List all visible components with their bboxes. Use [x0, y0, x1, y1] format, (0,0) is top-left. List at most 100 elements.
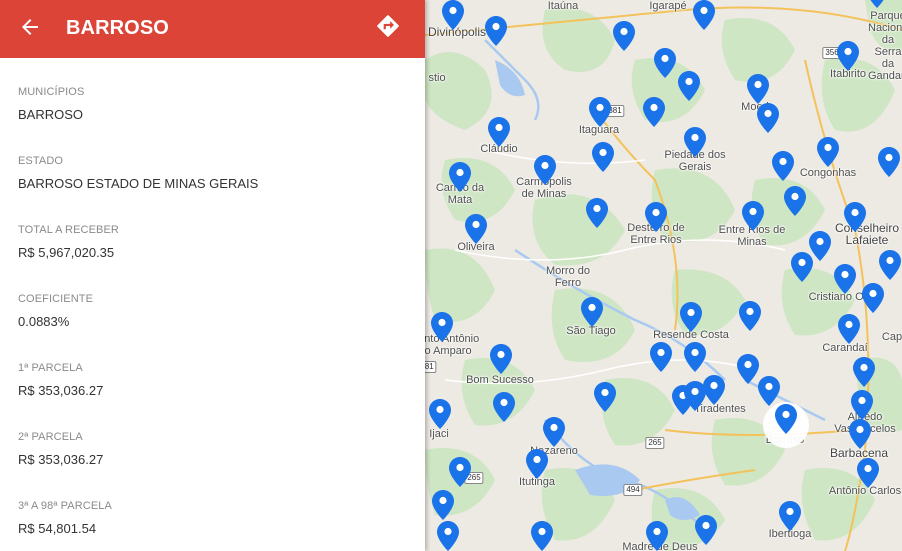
map-pin-icon — [534, 155, 556, 185]
map-marker[interactable] — [862, 283, 884, 313]
map-marker[interactable] — [775, 404, 797, 434]
map-marker[interactable] — [838, 314, 860, 344]
map-pin-icon — [488, 117, 510, 147]
map-pin-icon — [684, 127, 706, 157]
map-marker[interactable] — [531, 521, 553, 551]
map-pin-icon — [857, 458, 879, 488]
app-root: BARROSO MUNICÍPIOS BARROSO ESTADO BARROS… — [0, 0, 902, 551]
map-marker[interactable] — [879, 250, 901, 280]
map-marker[interactable] — [449, 457, 471, 487]
map-marker[interactable] — [581, 297, 603, 327]
map-marker[interactable] — [758, 376, 780, 406]
map-pin-icon — [742, 201, 764, 231]
field-label: 1ª PARCELA — [18, 362, 83, 374]
map-pin-icon — [442, 0, 464, 30]
map-marker[interactable] — [643, 97, 665, 127]
map-marker[interactable] — [703, 375, 725, 405]
map-marker[interactable] — [791, 252, 813, 282]
map-pin-icon — [431, 312, 453, 342]
map-marker[interactable] — [693, 0, 715, 30]
map-marker[interactable] — [485, 16, 507, 46]
back-button[interactable] — [18, 15, 42, 39]
map-marker[interactable] — [844, 202, 866, 232]
directions-button[interactable] — [375, 13, 401, 39]
map-marker[interactable] — [680, 302, 702, 332]
map-marker[interactable] — [589, 97, 611, 127]
field-value: BARROSO — [18, 107, 84, 122]
map-marker[interactable] — [853, 357, 875, 387]
map-marker[interactable] — [857, 458, 879, 488]
map-pin-icon — [531, 521, 553, 551]
map-marker[interactable] — [779, 501, 801, 531]
map-pin-icon — [879, 250, 901, 280]
map-marker[interactable] — [695, 515, 717, 545]
map-marker[interactable] — [442, 0, 464, 30]
map-marker[interactable] — [534, 155, 556, 185]
map-marker[interactable] — [849, 419, 871, 449]
map-marker[interactable] — [851, 390, 873, 420]
map-marker[interactable] — [645, 202, 667, 232]
map-marker[interactable] — [449, 162, 471, 192]
map-marker[interactable] — [646, 521, 668, 551]
map-marker[interactable] — [490, 344, 512, 374]
map-marker[interactable] — [465, 214, 487, 244]
field-coeficiente: COEFICIENTE 0.0883% — [0, 293, 425, 362]
map-pin-icon — [779, 501, 801, 531]
map-marker[interactable] — [834, 264, 856, 294]
map-marker[interactable] — [737, 354, 759, 384]
map-pin-icon — [654, 48, 676, 78]
map-marker[interactable] — [772, 151, 794, 181]
map-marker[interactable] — [432, 490, 454, 520]
map-pin-icon — [695, 515, 717, 545]
map-marker[interactable] — [613, 21, 635, 51]
map-marker[interactable] — [586, 198, 608, 228]
map-marker[interactable] — [817, 137, 839, 167]
map-marker[interactable] — [493, 392, 515, 422]
map-marker[interactable] — [654, 48, 676, 78]
map-marker[interactable] — [742, 201, 764, 231]
field-value: BARROSO ESTADO DE MINAS GERAIS — [18, 176, 259, 191]
map-marker[interactable] — [678, 71, 700, 101]
map-pin-icon — [853, 357, 875, 387]
map-marker[interactable] — [429, 399, 451, 429]
map-pin-icon — [739, 301, 761, 331]
map-marker[interactable] — [431, 312, 453, 342]
map-pin-icon — [844, 202, 866, 232]
map-marker[interactable] — [543, 417, 565, 447]
map-marker[interactable] — [757, 103, 779, 133]
field-municipios: MUNICÍPIOS BARROSO — [0, 86, 425, 155]
map-canvas[interactable]: Itaúna Igarapé Divinópolis Parque Nacion… — [425, 0, 902, 551]
map-pin-icon — [646, 521, 668, 551]
map-pin-icon — [589, 97, 611, 127]
map-pin-icon — [693, 0, 715, 30]
route-shield: 265 — [645, 437, 665, 449]
field-value: R$ 54,801.54 — [18, 521, 97, 536]
map-marker[interactable] — [739, 301, 761, 331]
field-value: 0.0883% — [18, 314, 70, 329]
map-marker[interactable] — [878, 147, 900, 177]
map-marker[interactable] — [784, 186, 806, 216]
map-marker[interactable] — [437, 521, 459, 551]
map-marker[interactable] — [684, 127, 706, 157]
field-3a-98a-parcela: 3ª A 98ª PARCELA R$ 54,801.54 — [0, 500, 425, 551]
map-marker[interactable] — [684, 342, 706, 372]
map-marker[interactable] — [650, 342, 672, 372]
map-marker[interactable] — [526, 449, 548, 479]
map-marker[interactable] — [866, 0, 888, 8]
info-panel: BARROSO MUNICÍPIOS BARROSO ESTADO BARROS… — [0, 0, 425, 551]
map-pin-icon — [849, 419, 871, 449]
map-pin-icon — [851, 390, 873, 420]
map-marker[interactable] — [592, 142, 614, 172]
map-marker[interactable] — [594, 382, 616, 412]
field-label: 2ª PARCELA — [18, 431, 83, 443]
map-marker[interactable] — [488, 117, 510, 147]
map-marker[interactable] — [747, 74, 769, 104]
field-1a-parcela: 1ª PARCELA R$ 353,036.27 — [0, 362, 425, 431]
map-pin-icon — [680, 302, 702, 332]
map-pin-icon — [493, 392, 515, 422]
place-label: Parque Nacional da Serra da Gandarela — [868, 10, 902, 82]
map-marker[interactable] — [837, 41, 859, 71]
field-value: R$ 353,036.27 — [18, 452, 104, 467]
panel-title: BARROSO — [66, 17, 169, 39]
map-pin-icon — [613, 21, 635, 51]
